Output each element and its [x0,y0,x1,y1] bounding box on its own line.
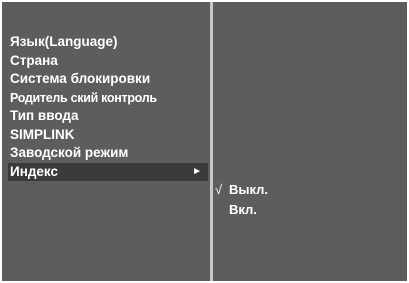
menu-item-label: Язык(Language) [10,34,118,49]
tv-menu-screen: Язык(Language) Страна Система блокировки… [0,0,409,283]
menu-item-country[interactable]: Страна [8,52,208,71]
option-on[interactable]: Вкл. [215,200,268,220]
menu-item-label: Страна [10,52,58,68]
menu-item-parental-control[interactable]: Родитель ский контроль [8,89,208,108]
menu-item-lock-system[interactable]: Система блокировки [8,70,208,89]
check-icon: √ [215,182,223,197]
menu-item-label: Система блокировки [10,71,151,86]
menu-item-label: Заводской режим [10,145,129,160]
menu-item-label: SIMPLINK [10,126,75,142]
menu-item-label: Индекс [10,163,59,179]
menu-item-label: Тип ввода [10,108,79,123]
menu-item-label: Родитель ский контроль [10,90,157,105]
submenu-options: √ Выкл. Вкл. [215,180,268,220]
menu-item-language[interactable]: Язык(Language) [8,33,208,52]
option-label: Выкл. [229,182,269,197]
arrow-right-icon: ► [192,165,202,177]
menu-item-simplink[interactable]: SIMPLINK [8,126,208,145]
submenu-panel [213,2,407,281]
menu-item-index[interactable]: Индекс ► [8,162,208,181]
menu-item-input-type[interactable]: Тип ввода [8,107,208,126]
menu-item-factory-mode[interactable]: Заводской режим [8,144,208,163]
option-off[interactable]: √ Выкл. [215,180,268,200]
main-menu: Язык(Language) Страна Система блокировки… [8,33,208,181]
option-label: Вкл. [229,202,257,217]
